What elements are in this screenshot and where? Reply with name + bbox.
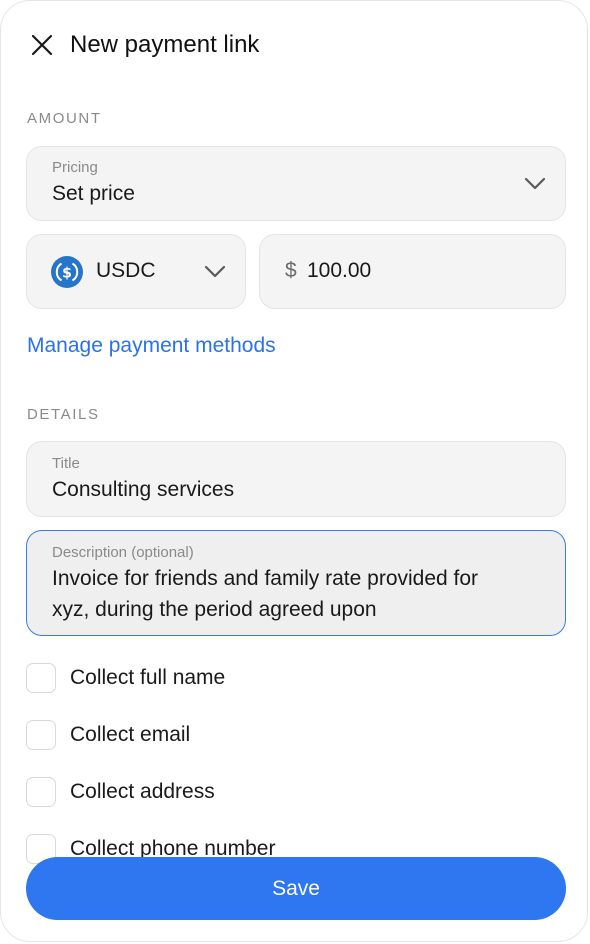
description-label: Description (optional)	[52, 544, 194, 561]
description-textarea[interactable]: Description (optional) Invoice for frien…	[26, 530, 566, 636]
usdc-coin-icon: $	[51, 256, 83, 288]
title-label: Title	[52, 455, 80, 472]
description-line-1: Invoice for friends and family rate prov…	[52, 567, 479, 590]
title-value: Consulting services	[52, 478, 235, 501]
page-title: New payment link	[70, 31, 260, 58]
details-section-label: DETAILS	[27, 406, 100, 423]
currency-symbol: $	[285, 259, 297, 282]
payment-link-panel: New payment link AMOUNT Pricing Set pric…	[0, 0, 588, 942]
description-line-2: xyz, during the period agreed upon	[52, 598, 377, 621]
amount-input[interactable]: $ 100.00	[259, 234, 566, 309]
checkbox[interactable]	[26, 663, 56, 693]
checkbox-label: Collect address	[70, 780, 215, 803]
save-button[interactable]: Save	[26, 857, 566, 920]
checkbox-label: Collect full name	[70, 666, 226, 689]
pricing-value: Set price	[52, 182, 135, 205]
collect-email-option[interactable]: Collect email	[26, 719, 190, 751]
checkbox-label: Collect email	[70, 723, 191, 746]
close-icon[interactable]	[30, 33, 54, 57]
pricing-label: Pricing	[52, 159, 98, 176]
title-input[interactable]: Title Consulting services	[26, 441, 566, 517]
chevron-down-icon	[204, 265, 226, 278]
checkbox[interactable]	[26, 720, 56, 750]
currency-select[interactable]: $ USDC	[26, 234, 246, 309]
currency-code: USDC	[96, 259, 156, 282]
collect-full-name-option[interactable]: Collect full name	[26, 662, 225, 694]
pricing-select[interactable]: Pricing Set price	[26, 146, 566, 221]
amount-section-label: AMOUNT	[27, 110, 102, 127]
manage-payment-methods-link[interactable]: Manage payment methods	[27, 334, 276, 358]
svg-text:$: $	[62, 266, 72, 282]
chevron-down-icon	[524, 177, 546, 190]
amount-value: 100.00	[307, 259, 372, 282]
collect-address-option[interactable]: Collect address	[26, 776, 215, 808]
checkbox[interactable]	[26, 777, 56, 807]
